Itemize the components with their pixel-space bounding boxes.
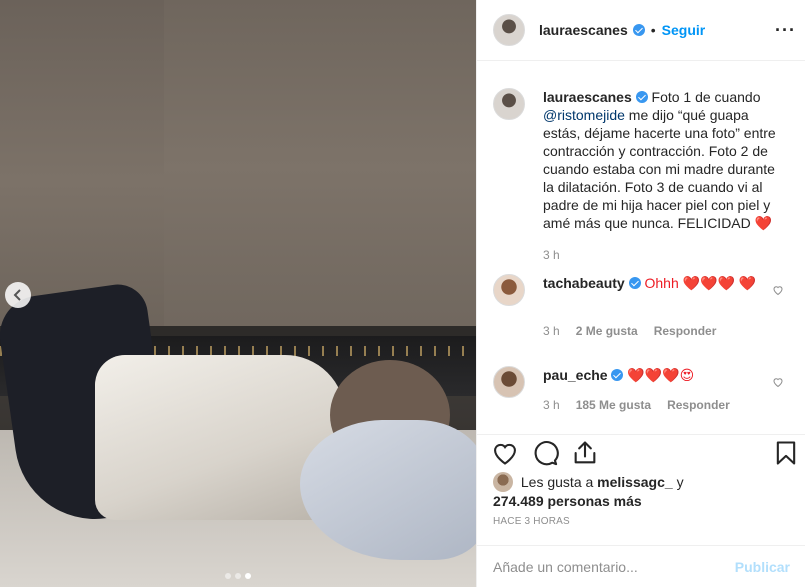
save-bookmark-icon[interactable] [772,439,800,467]
post-photo[interactable] [0,0,476,587]
carousel-dots [0,573,476,579]
follow-button[interactable]: Seguir [662,22,706,38]
comment-item: tachabeauty Ohhh ❤️❤️❤️ ❤️ [493,274,793,306]
mention-link[interactable]: @ristomejide [543,107,625,123]
action-bar [477,434,805,470]
likes-count[interactable]: 274.489 personas más [493,493,642,509]
liker-avatar[interactable] [493,472,513,492]
caption-text: lauraescanes Foto 1 de cuando @ristomeji… [543,88,781,232]
comment-input[interactable] [493,558,735,575]
comment-item: pau_eche ❤️❤️❤️😍 [493,366,793,398]
separator: • [650,22,656,38]
comment-body: Ohhh ❤️❤️❤️ ❤️ [644,275,757,291]
author-avatar[interactable] [493,14,525,46]
caption-username[interactable]: lauraescanes [543,89,632,105]
comment-avatar[interactable] [493,274,525,306]
instagram-post: lauraescanes • Seguir ··· lauraescanes F… [0,0,805,587]
post-side-panel: lauraescanes • Seguir ··· lauraescanes F… [476,0,805,587]
share-icon[interactable] [571,439,599,467]
reply-button[interactable]: Responder [654,324,717,338]
publish-button[interactable]: Publicar [735,559,790,575]
verified-badge-icon [628,277,641,289]
like-comment-heart-icon[interactable] [772,284,784,296]
comment-time[interactable]: 3 h [543,324,560,338]
verified-badge-icon [635,91,648,103]
chevron-left-icon [13,289,21,301]
caption: lauraescanes Foto 1 de cuando @ristomeji… [493,88,793,232]
carousel-dot [235,573,241,579]
verified-badge-icon [611,369,624,381]
comment-username[interactable]: tachabeauty [543,275,625,291]
window-blind-left [0,0,178,330]
add-comment-bar: Publicar [477,545,805,587]
caption-time[interactable]: 3 h [543,248,560,262]
author-username[interactable]: lauraescanes [539,22,628,38]
comment-username[interactable]: pau_eche [543,367,608,383]
comment-text: tachabeauty Ohhh ❤️❤️❤️ ❤️ [543,274,781,306]
reply-button[interactable]: Responder [667,398,730,412]
comment-meta: 3 h 2 Me gusta Responder [543,324,716,338]
caption-avatar[interactable] [493,88,525,120]
like-comment-heart-icon[interactable] [772,376,784,388]
likes-conjunction: y [676,474,684,490]
comment-text: pau_eche ❤️❤️❤️😍 [543,366,781,398]
comment-time[interactable]: 3 h [543,398,560,412]
verified-badge-icon [632,24,645,36]
comment-body: ❤️❤️❤️😍 [627,367,695,383]
caption-text-part2: me dijo “qué guapa estás, déjame hacerte… [543,107,776,231]
comment-avatar[interactable] [493,366,525,398]
carousel-dot-active [245,573,251,579]
comment-likes[interactable]: 2 Me gusta [576,324,638,338]
like-heart-icon[interactable] [491,439,519,467]
carousel-prev-button[interactable] [5,282,31,308]
comments-section: lauraescanes Foto 1 de cuando @ristomeji… [477,62,805,434]
more-options-icon[interactable]: ··· [775,20,796,41]
caption-text-part1: Foto 1 de cuando [651,89,761,105]
caption-meta: 3 h [543,248,560,262]
carousel-dot [225,573,231,579]
post-header: lauraescanes • Seguir ··· [477,0,805,61]
heart-emoji: ❤️ [754,215,773,231]
likes-prefix: Les gusta a [520,474,594,490]
likes-summary: Les gusta a melissagc_ y 274.489 persona… [493,472,793,510]
liker-username[interactable]: melissagc_ [597,474,673,490]
window-blind-right [164,0,476,335]
comment-meta: 3 h 185 Me gusta Responder [543,398,730,412]
comment-bubble-icon[interactable] [531,439,559,467]
comment-likes[interactable]: 185 Me gusta [576,398,651,412]
post-timestamp[interactable]: HACE 3 HORAS [493,516,570,527]
